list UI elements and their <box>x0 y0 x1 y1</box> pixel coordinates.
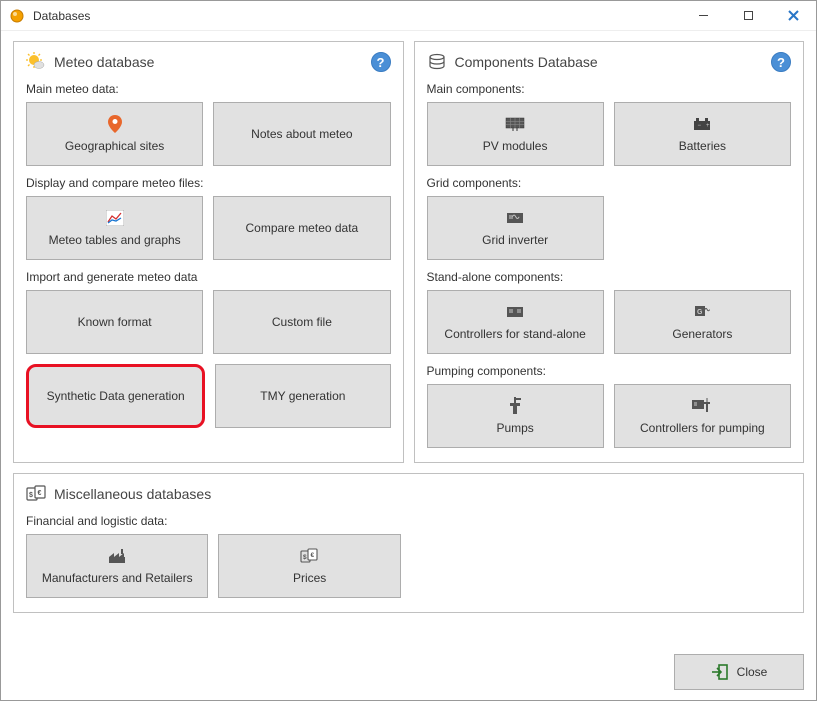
tmy-generation-button[interactable]: TMY generation <box>215 364 390 428</box>
pump-controller-icon <box>691 397 713 415</box>
button-label: Pumps <box>496 421 533 435</box>
pv-modules-button[interactable]: PV modules <box>427 102 604 166</box>
controller-icon <box>505 303 525 321</box>
components-panel: Components Database ? Main components: <box>414 41 805 463</box>
generators-button[interactable]: G Generators <box>614 290 791 354</box>
svg-text:−: − <box>698 123 702 129</box>
inverter-icon <box>505 209 525 227</box>
button-label: Close <box>737 665 768 679</box>
close-window-button[interactable] <box>771 1 816 30</box>
button-label: Notes about meteo <box>251 127 352 141</box>
pumps-button[interactable]: Pumps <box>427 384 604 448</box>
battery-icon: −+ <box>692 115 712 133</box>
price-tag-icon: $ € <box>300 547 320 565</box>
button-label: Known format <box>78 315 152 329</box>
section-label: Main meteo data: <box>26 82 391 96</box>
app-icon <box>9 8 25 24</box>
button-label: Controllers for pumping <box>640 421 765 435</box>
button-label: Controllers for stand-alone <box>444 327 585 341</box>
grid-inverter-button[interactable]: Grid inverter <box>427 196 604 260</box>
help-icon[interactable]: ? <box>371 52 391 72</box>
factory-icon <box>108 547 126 565</box>
section-label: Import and generate meteo data <box>26 270 391 284</box>
sun-weather-icon <box>26 52 46 72</box>
section-label: Pumping components: <box>427 364 792 378</box>
batteries-button[interactable]: −+ Batteries <box>614 102 791 166</box>
map-pin-icon <box>108 115 122 133</box>
button-label: Manufacturers and Retailers <box>42 571 193 585</box>
section-label: Stand-alone components: <box>427 270 792 284</box>
known-format-button[interactable]: Known format <box>26 290 203 354</box>
button-label: TMY generation <box>260 389 345 403</box>
minimize-button[interactable] <box>681 1 726 30</box>
misc-panel: $ € Miscellaneous databases Financial an… <box>13 473 804 613</box>
titlebar-controls <box>681 1 816 30</box>
compare-meteo-data-button[interactable]: Compare meteo data <box>213 196 390 260</box>
notes-about-meteo-button[interactable]: Notes about meteo <box>213 102 390 166</box>
manufacturers-retailers-button[interactable]: Manufacturers and Retailers <box>26 534 208 598</box>
misc-panel-title: Miscellaneous databases <box>54 486 211 502</box>
window-title: Databases <box>33 9 90 23</box>
titlebar: Databases <box>1 1 816 31</box>
solar-panel-icon <box>505 115 525 133</box>
button-label: Prices <box>293 571 326 585</box>
button-label: Geographical sites <box>65 139 164 153</box>
section-label: Financial and logistic data: <box>26 514 791 528</box>
meteo-panel-title: Meteo database <box>54 54 154 70</box>
svg-text:$: $ <box>29 492 33 499</box>
button-label: Meteo tables and graphs <box>49 233 181 247</box>
help-icon[interactable]: ? <box>771 52 791 72</box>
close-button[interactable]: Close <box>674 654 804 690</box>
controllers-pumping-button[interactable]: Controllers for pumping <box>614 384 791 448</box>
svg-text:G: G <box>697 309 703 316</box>
button-label: Compare meteo data <box>246 221 359 235</box>
svg-text:+: + <box>706 123 710 129</box>
svg-text:€: € <box>38 490 42 497</box>
meteo-tables-graphs-button[interactable]: Meteo tables and graphs <box>26 196 203 260</box>
meteo-panel: Meteo database ? Main meteo data: Geogra… <box>13 41 404 463</box>
maximize-button[interactable] <box>726 1 771 30</box>
geographical-sites-button[interactable]: Geographical sites <box>26 102 203 166</box>
section-label: Main components: <box>427 82 792 96</box>
button-label: PV modules <box>483 139 548 153</box>
components-panel-title: Components Database <box>455 54 598 70</box>
exit-icon <box>711 663 729 681</box>
pump-icon <box>507 397 523 415</box>
button-label: Grid inverter <box>482 233 548 247</box>
synthetic-data-generation-button[interactable]: Synthetic Data generation <box>26 364 205 428</box>
button-label: Batteries <box>679 139 726 153</box>
chart-icon <box>106 209 124 227</box>
button-label: Custom file <box>272 315 332 329</box>
custom-file-button[interactable]: Custom file <box>213 290 390 354</box>
button-label: Generators <box>672 327 732 341</box>
svg-text:$: $ <box>303 554 307 561</box>
section-label: Grid components: <box>427 176 792 190</box>
button-label: Synthetic Data generation <box>47 389 185 403</box>
section-label: Display and compare meteo files: <box>26 176 391 190</box>
price-tag-icon: $ € <box>26 484 46 504</box>
generator-icon: G <box>692 303 712 321</box>
controllers-standalone-button[interactable]: Controllers for stand-alone <box>427 290 604 354</box>
database-icon <box>427 52 447 72</box>
prices-button[interactable]: $ € Prices <box>218 534 400 598</box>
svg-text:€: € <box>310 552 314 559</box>
